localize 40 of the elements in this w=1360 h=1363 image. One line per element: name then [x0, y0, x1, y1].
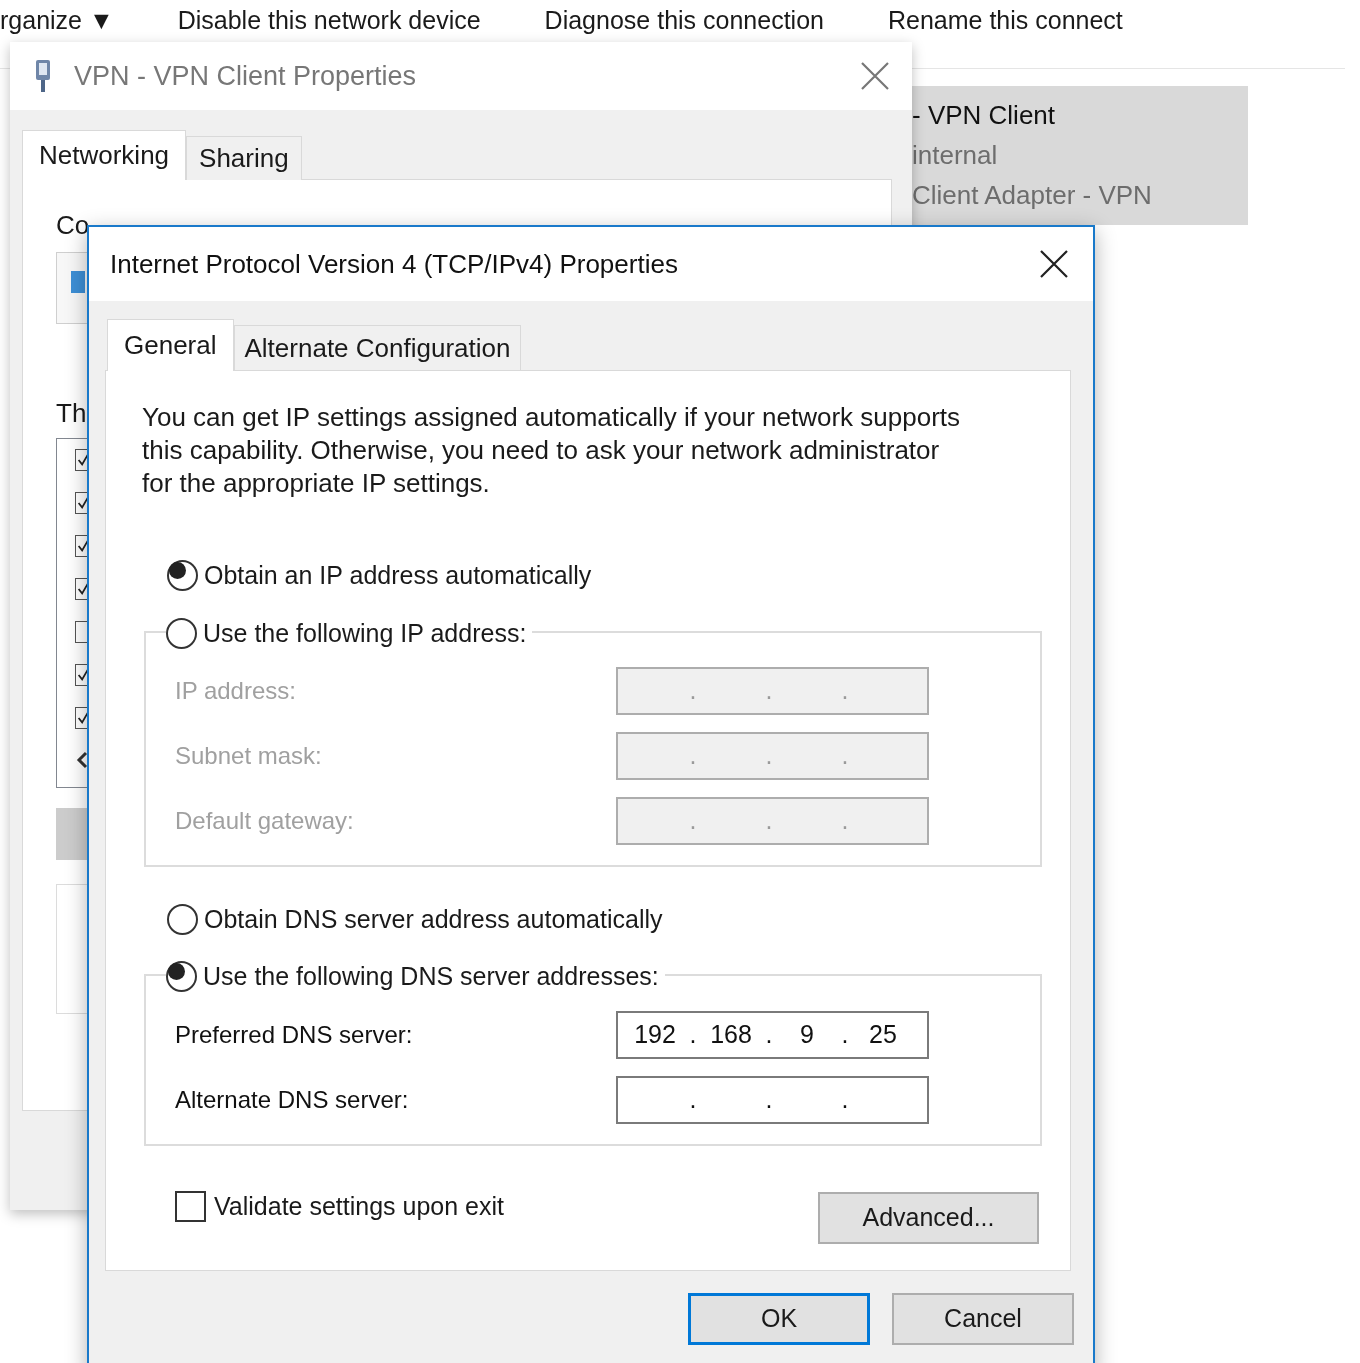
dialog-button[interactable]: OK: [688, 1293, 870, 1345]
toolbar-item[interactable]: Rename this connect: [887, 4, 1123, 36]
toolbar-item[interactable]: rganize ▼: [0, 4, 114, 36]
close-icon[interactable]: [1039, 249, 1069, 279]
tab[interactable]: Networking: [22, 130, 187, 180]
description-text: You can get IP settings assigned automatically if your network supports this capability. Otherwise, you need to ask your network administrator for the appropriate IP settings.: [142, 401, 962, 500]
connection-text: Client Adapter - VPN: [912, 179, 1153, 212]
radio-label[interactable]: Use the following IP address:: [203, 614, 527, 652]
connection-text: - VPN Client: [912, 99, 1057, 132]
radio-button[interactable]: [166, 961, 197, 993]
window-title: VPN - VPN Client Properties: [74, 59, 417, 93]
radio-button[interactable]: [167, 903, 198, 935]
field-label: Default gateway:: [175, 807, 354, 834]
radio-label[interactable]: Use the following DNS server addresses:: [203, 958, 659, 996]
adapter-icon: [71, 271, 85, 293]
ip-address-field[interactable]: . . .: [616, 1075, 929, 1124]
tab[interactable]: Alternate Configuration: [233, 325, 522, 371]
field-label: Preferred DNS server:: [175, 1020, 413, 1048]
radio-label[interactable]: Obtain an IP address automatically: [204, 557, 592, 595]
label-text: Co: [56, 210, 90, 240]
connection-card[interactable]: - VPN Client internal Client Adapter - VPN: [912, 86, 1248, 225]
dialog-title: Internet Protocol Version 4 (TCP/IPv4) Properties: [110, 247, 678, 281]
scroll-left-icon[interactable]: [75, 750, 89, 770]
field-label: Subnet mask:: [175, 742, 322, 769]
toolbar-item[interactable]: Disable this network device: [177, 4, 481, 36]
tab[interactable]: General: [107, 319, 234, 371]
checkbox[interactable]: [175, 1191, 206, 1223]
radio-button[interactable]: [166, 617, 197, 649]
radio-label[interactable]: Obtain DNS server address automatically: [204, 900, 663, 938]
connection-text: internal: [912, 139, 999, 172]
checkbox-label[interactable]: Validate settings upon exit: [214, 1188, 504, 1226]
field-label: IP address:: [175, 677, 296, 704]
advanced-button[interactable]: Advanced...: [818, 1192, 1039, 1244]
radio-button[interactable]: [167, 560, 198, 592]
toolbar-item[interactable]: Diagnose this connection: [544, 4, 824, 36]
label-text: Th: [56, 398, 87, 428]
field-label: Alternate DNS server:: [175, 1085, 409, 1113]
dialog-button[interactable]: Cancel: [892, 1293, 1074, 1345]
tab[interactable]: Sharing: [186, 136, 302, 180]
ip-address-field[interactable]: 192 . 168 . 9 . 25: [616, 1010, 929, 1059]
